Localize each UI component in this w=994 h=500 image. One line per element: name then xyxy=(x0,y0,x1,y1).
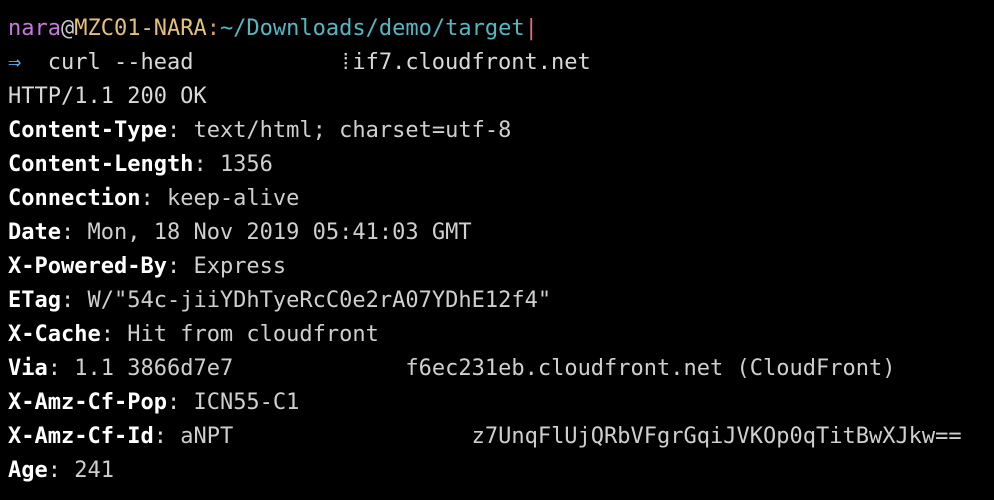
header-value: W/"54c-jiiYDhTyeRcC0e2rA07YDhE12f4" xyxy=(87,288,552,313)
header-row: Content-Type: text/html; charset=utf-8 xyxy=(8,114,994,148)
header-value: 241 xyxy=(74,458,114,483)
header-key: X-Amz-Cf-Id xyxy=(8,424,154,449)
header-value: 1.1 3866d7e7 f6ec231eb.cloudfront.net (C… xyxy=(74,356,896,381)
header-key: Connection xyxy=(8,186,141,211)
header-row: ETag: W/"54c-jiiYDhTyeRcC0e2rA07YDhE12f4… xyxy=(8,284,994,318)
header-key: Content-Type xyxy=(8,118,167,143)
header-row: Date: Mon, 18 Nov 2019 05:41:03 GMT xyxy=(8,216,994,250)
header-row: X-Amz-Cf-Pop: ICN55-C1 xyxy=(8,386,994,420)
header-separator: : xyxy=(140,186,167,211)
header-key: X-Cache xyxy=(8,322,101,347)
header-separator: : xyxy=(166,390,194,415)
prompt-user: nara xyxy=(8,16,61,41)
header-separator: : xyxy=(60,288,88,313)
header-key: Date xyxy=(8,220,61,245)
header-separator: : xyxy=(47,458,75,483)
header-separator: : xyxy=(60,220,88,245)
http-status-text: HTTP/1.1 200 OK xyxy=(8,84,207,109)
header-separator: : xyxy=(47,356,75,381)
prompt-arrow-icon: ⇒ xyxy=(8,50,22,75)
header-separator: : xyxy=(166,118,194,143)
header-row: Connection: keep-alive xyxy=(8,182,994,216)
header-key: Content-Length xyxy=(8,152,194,177)
prompt-hostname: MZC01-NARA xyxy=(74,16,207,41)
header-key: Via xyxy=(8,356,48,381)
header-value: keep-alive xyxy=(166,186,300,211)
header-key: Age xyxy=(8,458,48,483)
prompt-working-directory: ~/Downloads/demo/target xyxy=(219,16,525,41)
command-text: curl --head ⁞if7.cloudfront.net xyxy=(21,50,591,75)
header-row: X-Powered-By: Express xyxy=(8,250,994,284)
header-key: X-Amz-Cf-Pop xyxy=(8,390,167,415)
header-separator: : xyxy=(153,424,181,449)
header-value: aNPT z7UnqFlUjQRbVFgrGqiJVKOp0qTitBwXJkw… xyxy=(180,424,962,449)
header-row: Via: 1.1 3866d7e7 f6ec231eb.cloudfront.n… xyxy=(8,352,994,386)
header-separator: : xyxy=(166,254,194,279)
command-line[interactable]: ⇒ curl --head ⁞if7.cloudfront.net xyxy=(8,46,994,80)
header-value: Express xyxy=(193,254,287,279)
header-row: X-Amz-Cf-Id: aNPT z7UnqFlUjQRbVFgrGqiJVK… xyxy=(8,420,994,454)
header-value: Hit from cloudfront xyxy=(127,322,379,347)
header-row: Age: 241 xyxy=(8,454,994,488)
header-row: Content-Length: 1356 xyxy=(8,148,994,182)
prompt-at-sign: @ xyxy=(60,16,75,41)
terminal-window[interactable]: nara@MZC01-NARA:~/Downloads/demo/target|… xyxy=(0,0,994,500)
header-separator: : xyxy=(193,152,220,177)
text-cursor: | xyxy=(524,16,538,41)
header-value: 1356 xyxy=(219,152,273,177)
header-key: ETag xyxy=(8,288,61,313)
shell-prompt-line: nara@MZC01-NARA:~/Downloads/demo/target| xyxy=(8,12,994,46)
prompt-colon: : xyxy=(206,16,220,41)
header-value: text/html; charset=utf-8 xyxy=(193,118,512,143)
header-value: Mon, 18 Nov 2019 05:41:03 GMT xyxy=(87,220,472,245)
http-status-line: HTTP/1.1 200 OK xyxy=(8,80,994,114)
header-key: X-Powered-By xyxy=(8,254,167,279)
header-value: ICN55-C1 xyxy=(193,390,300,415)
header-separator: : xyxy=(100,322,128,347)
header-row: X-Cache: Hit from cloudfront xyxy=(8,318,994,352)
